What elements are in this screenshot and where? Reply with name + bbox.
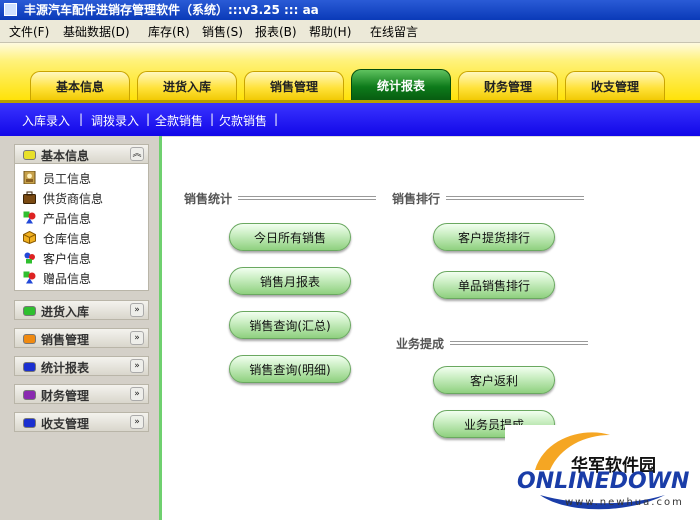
sidebar-section-label: 基本信息 <box>41 149 90 163</box>
tab-income-expense[interactable]: 收支管理 <box>565 71 665 101</box>
blue-icon <box>23 362 36 372</box>
tab-sales-mgmt[interactable]: 销售管理 <box>244 71 344 101</box>
sidebar-section-basic-info[interactable]: 基本信息 ︽ <box>14 144 149 164</box>
group-divider <box>446 196 584 200</box>
menu-reports[interactable]: 报表(B) <box>255 23 297 40</box>
link-credit-sale[interactable]: 欠款销售 <box>219 112 267 129</box>
btn-sales-query-detail[interactable]: 销售查询(明细) <box>229 355 351 383</box>
menu-base-data[interactable]: 基础数据(D) <box>63 23 130 40</box>
yellow-icon <box>23 150 36 160</box>
app-icon <box>4 3 17 16</box>
menu-stock[interactable]: 库存(R) <box>148 23 190 40</box>
sidebar-item-label: 员工信息 <box>43 172 92 186</box>
sidebar-item-label: 客户信息 <box>43 252 92 266</box>
watermark-url: www.newhua.com <box>565 497 684 508</box>
box-icon <box>23 231 36 244</box>
menu-bar: 文件(F) 基础数据(D) 库存(R) 销售(S) 报表(B) 帮助(H) 在线… <box>0 20 700 43</box>
btn-single-product-rank[interactable]: 单品销售排行 <box>433 271 555 299</box>
menu-file[interactable]: 文件(F) <box>9 23 49 40</box>
group-divider <box>238 196 376 200</box>
collapse-icon[interactable]: ︽ <box>130 147 144 161</box>
sidebar-item-label: 赠品信息 <box>43 272 92 286</box>
module-tab-strip: 基本信息 进货入库 销售管理 统计报表 财务管理 收支管理 <box>0 43 700 103</box>
expand-icon[interactable]: » <box>130 415 144 429</box>
sidebar-section-sales-mgmt[interactable]: 销售管理 » <box>14 328 149 348</box>
tab-finance-mgmt[interactable]: 财务管理 <box>458 71 558 101</box>
menu-sales[interactable]: 销售(S) <box>202 23 243 40</box>
sidebar-section-income-expense[interactable]: 收支管理 » <box>14 412 149 432</box>
separator: | <box>79 112 84 126</box>
expand-icon[interactable]: » <box>130 387 144 401</box>
menu-online-message[interactable]: 在线留言 <box>370 23 418 40</box>
sidebar-item-label: 产品信息 <box>43 212 92 226</box>
gift-icon <box>23 271 36 284</box>
sidebar-section-label: 进货入库 <box>41 305 90 319</box>
green-icon <box>23 306 36 316</box>
btn-customer-rebate[interactable]: 客户返利 <box>433 366 555 394</box>
watermark: 华军软件园 ONLINEDOWN www.newhua.com <box>505 425 700 520</box>
window-title: 丰源汽车配件进销存管理软件（系统）:::v3.25 ::: aa <box>24 3 319 17</box>
sidebar-section-label: 销售管理 <box>41 333 90 347</box>
expand-icon[interactable]: » <box>130 331 144 345</box>
sidebar-item-label: 供货商信息 <box>43 192 104 206</box>
separator: | <box>210 112 215 126</box>
sidebar-section-label: 财务管理 <box>41 389 90 403</box>
orange-icon <box>23 334 36 344</box>
sidebar-section-label: 统计报表 <box>41 361 90 375</box>
link-stock-in-entry[interactable]: 入库录入 <box>22 112 70 129</box>
expand-icon[interactable]: » <box>130 359 144 373</box>
separator: | <box>146 112 151 126</box>
staff-icon <box>23 171 36 184</box>
tab-purchase-in[interactable]: 进货入库 <box>137 71 237 101</box>
group-label-sales-stats: 销售统计 <box>184 192 233 206</box>
briefcase-icon <box>23 191 36 204</box>
link-transfer-entry[interactable]: 调拨录入 <box>91 112 139 129</box>
sub-toolbar: 入库录入 | 调拨录入 | 全款销售 | 欠款销售 | <box>0 103 700 136</box>
menu-help[interactable]: 帮助(H) <box>309 23 351 40</box>
group-label-commission: 业务提成 <box>396 337 445 351</box>
purple-icon <box>23 390 36 400</box>
btn-customer-pickup-rank[interactable]: 客户提货排行 <box>433 223 555 251</box>
sidebar-item-label: 仓库信息 <box>43 232 92 246</box>
separator: | <box>274 112 279 126</box>
sidebar-section-stats-reports[interactable]: 统计报表 » <box>14 356 149 376</box>
sidebar-section-finance-mgmt[interactable]: 财务管理 » <box>14 384 149 404</box>
sidebar-section-label: 收支管理 <box>41 417 90 431</box>
group-label-sales-rank: 销售排行 <box>392 192 441 206</box>
title-bar: 丰源汽车配件进销存管理软件（系统）:::v3.25 ::: aa <box>0 0 700 20</box>
watermark-en-text: ONLINEDOWN <box>517 469 690 494</box>
tab-stats-reports[interactable]: 统计报表 <box>351 69 451 101</box>
btn-monthly-sales-report[interactable]: 销售月报表 <box>229 267 351 295</box>
shapes-icon <box>23 211 36 224</box>
blue-icon <box>23 418 36 428</box>
expand-icon[interactable]: » <box>130 303 144 317</box>
sidebar-section-purchase-in[interactable]: 进货入库 » <box>14 300 149 320</box>
link-full-payment-sale[interactable]: 全款销售 <box>155 112 203 129</box>
sidebar-basic-info-list: 员工信息 供货商信息 产品信息 仓库信息 客户信息 赠品信息 <box>14 164 149 291</box>
customer-icon <box>24 252 35 264</box>
btn-today-all-sales[interactable]: 今日所有销售 <box>229 223 351 251</box>
tab-basic-info[interactable]: 基本信息 <box>30 71 130 101</box>
btn-sales-query-summary[interactable]: 销售查询(汇总) <box>229 311 351 339</box>
group-divider <box>450 341 588 345</box>
